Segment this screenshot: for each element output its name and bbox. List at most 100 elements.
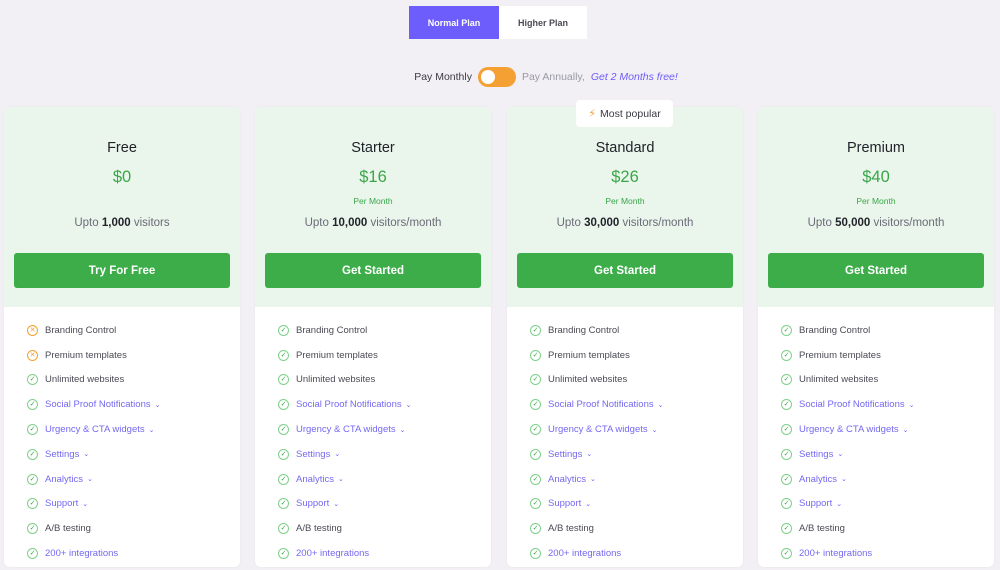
feature-label: Urgency & CTA widgets bbox=[45, 424, 145, 436]
check-circle-icon: ✓ bbox=[278, 523, 289, 535]
feature-item[interactable]: ✓ Settings ⌄ bbox=[27, 442, 240, 467]
chevron-down-icon[interactable]: ⌄ bbox=[836, 500, 842, 508]
feature-item[interactable]: ✓ Urgency & CTA widgets ⌄ bbox=[27, 417, 240, 442]
tab-higher-plan[interactable]: Higher Plan bbox=[499, 6, 587, 39]
feature-item[interactable]: ✓ Support ⌄ bbox=[278, 492, 491, 517]
chevron-down-icon[interactable]: ⌄ bbox=[658, 401, 664, 409]
get-started-button[interactable]: Get Started bbox=[265, 253, 481, 288]
chevron-down-icon[interactable]: ⌄ bbox=[909, 401, 915, 409]
check-circle-icon: ✓ bbox=[781, 324, 792, 336]
try-for-free-button[interactable]: Try For Free bbox=[14, 253, 230, 288]
chevron-down-icon[interactable]: ⌄ bbox=[903, 426, 909, 434]
feature-item[interactable]: ✓ 200+ integrations bbox=[530, 541, 743, 566]
chevron-down-icon[interactable]: ⌄ bbox=[149, 426, 155, 434]
visitors-prefix: Upto bbox=[556, 217, 581, 229]
plan-card-header: ⚡ Most popular Standard $26 Per Month Up… bbox=[507, 100, 743, 307]
feature-item: ✓ Premium templates bbox=[278, 343, 491, 368]
feature-item[interactable]: ✓ Analytics ⌄ bbox=[278, 467, 491, 492]
chevron-down-icon[interactable]: ⌄ bbox=[333, 500, 339, 508]
feature-list: ✓ Branding Control ✓ Premium templates ✓ Unli… bbox=[255, 307, 491, 566]
visitors-prefix: Upto bbox=[807, 217, 832, 229]
feature-label: Analytics bbox=[548, 473, 587, 485]
pay-annually-label[interactable]: Pay Annually, bbox=[522, 71, 585, 83]
feature-label: 200+ integrations bbox=[548, 548, 622, 560]
feature-item[interactable]: ✓ Social Proof Notifications ⌄ bbox=[278, 392, 491, 417]
feature-item[interactable]: ✓ Social Proof Notifications ⌄ bbox=[781, 392, 994, 417]
feature-item[interactable]: ✓ 200+ integrations bbox=[27, 541, 240, 566]
visitors-suffix: visitors/month bbox=[873, 217, 945, 229]
chevron-down-icon[interactable]: ⌄ bbox=[338, 475, 344, 483]
feature-label: 200+ integrations bbox=[296, 548, 370, 560]
feature-label: Premium templates bbox=[296, 349, 378, 361]
most-popular-badge: ⚡ Most popular bbox=[576, 100, 673, 127]
chevron-down-icon[interactable]: ⌄ bbox=[652, 426, 658, 434]
chevron-down-icon[interactable]: ⌄ bbox=[586, 450, 592, 458]
get-started-button[interactable]: Get Started bbox=[517, 253, 733, 288]
plan-visitors: Upto 50,000 visitors/month bbox=[758, 217, 994, 229]
check-circle-icon: ✓ bbox=[530, 473, 541, 485]
billing-period-label: Per Month bbox=[605, 196, 645, 206]
feature-item: ✓ Branding Control bbox=[278, 318, 491, 343]
feature-label: Analytics bbox=[799, 473, 838, 485]
feature-item: ✓ Unlimited websites bbox=[530, 368, 743, 393]
check-circle-icon: ✓ bbox=[530, 523, 541, 535]
plan-name: Premium bbox=[846, 140, 905, 156]
feature-label: A/B testing bbox=[45, 523, 91, 535]
feature-item[interactable]: ✓ Support ⌄ bbox=[27, 492, 240, 517]
pay-monthly-label[interactable]: Pay Monthly bbox=[414, 71, 472, 83]
feature-item[interactable]: ✓ Settings ⌄ bbox=[278, 442, 491, 467]
visitors-suffix: visitors bbox=[133, 217, 170, 229]
chevron-down-icon[interactable]: ⌄ bbox=[590, 475, 596, 483]
chevron-down-icon[interactable]: ⌄ bbox=[83, 450, 89, 458]
plan-card-free: Free $0 Upto 1,000 visitors Try For Free… bbox=[4, 107, 240, 567]
get-started-button[interactable]: Get Started bbox=[768, 253, 984, 288]
visitors-suffix: visitors/month bbox=[370, 217, 442, 229]
chevron-down-icon[interactable]: ⌄ bbox=[334, 450, 340, 458]
chevron-down-icon[interactable]: ⌄ bbox=[400, 426, 406, 434]
chevron-down-icon[interactable]: ⌄ bbox=[841, 475, 847, 483]
feature-item[interactable]: ✓ Urgency & CTA widgets ⌄ bbox=[278, 417, 491, 442]
check-circle-icon: ✓ bbox=[278, 424, 289, 436]
feature-label: Premium templates bbox=[45, 349, 127, 361]
visitors-prefix: Upto bbox=[304, 217, 329, 229]
feature-item[interactable]: ✓ Settings ⌄ bbox=[781, 442, 994, 467]
plan-name: Standard bbox=[595, 140, 655, 156]
visitors-count: 10,000 bbox=[332, 217, 368, 229]
feature-item[interactable]: ✓ Support ⌄ bbox=[530, 492, 743, 517]
feature-item[interactable]: ✓ Analytics ⌄ bbox=[530, 467, 743, 492]
chevron-down-icon[interactable]: ⌄ bbox=[155, 401, 161, 409]
feature-item[interactable]: ✓ Analytics ⌄ bbox=[781, 467, 994, 492]
plan-card-header: Starter $16 Per Month Upto 10,000 visito… bbox=[255, 107, 491, 307]
feature-label: 200+ integrations bbox=[45, 548, 119, 560]
feature-label: Settings bbox=[548, 448, 583, 460]
check-circle-icon: ✓ bbox=[530, 349, 541, 361]
chevron-down-icon[interactable]: ⌄ bbox=[406, 401, 412, 409]
chevron-down-icon[interactable]: ⌄ bbox=[87, 475, 93, 483]
feature-item[interactable]: ✓ Settings ⌄ bbox=[530, 442, 743, 467]
check-circle-icon: ✓ bbox=[278, 498, 289, 510]
feature-item[interactable]: ✓ 200+ integrations bbox=[781, 541, 994, 566]
feature-item[interactable]: ✓ Social Proof Notifications ⌄ bbox=[27, 392, 240, 417]
check-circle-icon: ✓ bbox=[781, 548, 792, 560]
check-circle-icon: ✓ bbox=[781, 523, 792, 535]
plan-card-standard: ⚡ Most popular Standard $26 Per Month Up… bbox=[507, 100, 743, 567]
feature-label: Social Proof Notifications bbox=[45, 399, 151, 411]
feature-label: Urgency & CTA widgets bbox=[799, 424, 899, 436]
chevron-down-icon[interactable]: ⌄ bbox=[837, 450, 843, 458]
feature-item[interactable]: ✓ 200+ integrations bbox=[278, 541, 491, 566]
chevron-down-icon[interactable]: ⌄ bbox=[585, 500, 591, 508]
feature-item: ✓ A/B testing bbox=[781, 516, 994, 541]
billing-period-switch: Pay Monthly Pay Annually, Get 2 Months f… bbox=[0, 67, 1000, 87]
feature-label: Branding Control bbox=[548, 324, 620, 336]
visitors-count: 50,000 bbox=[835, 217, 871, 229]
feature-item[interactable]: ✓ Urgency & CTA widgets ⌄ bbox=[530, 417, 743, 442]
tab-normal-plan[interactable]: Normal Plan bbox=[409, 6, 499, 39]
plan-price: $40 bbox=[862, 168, 890, 186]
feature-list: ✓ Branding Control ✓ Premium templates ✓ Unli… bbox=[758, 307, 994, 566]
feature-item[interactable]: ✓ Social Proof Notifications ⌄ bbox=[530, 392, 743, 417]
feature-item[interactable]: ✓ Support ⌄ bbox=[781, 492, 994, 517]
feature-item[interactable]: ✓ Analytics ⌄ bbox=[27, 467, 240, 492]
chevron-down-icon[interactable]: ⌄ bbox=[82, 500, 88, 508]
feature-item[interactable]: ✓ Urgency & CTA widgets ⌄ bbox=[781, 417, 994, 442]
billing-toggle[interactable] bbox=[477, 67, 516, 87]
